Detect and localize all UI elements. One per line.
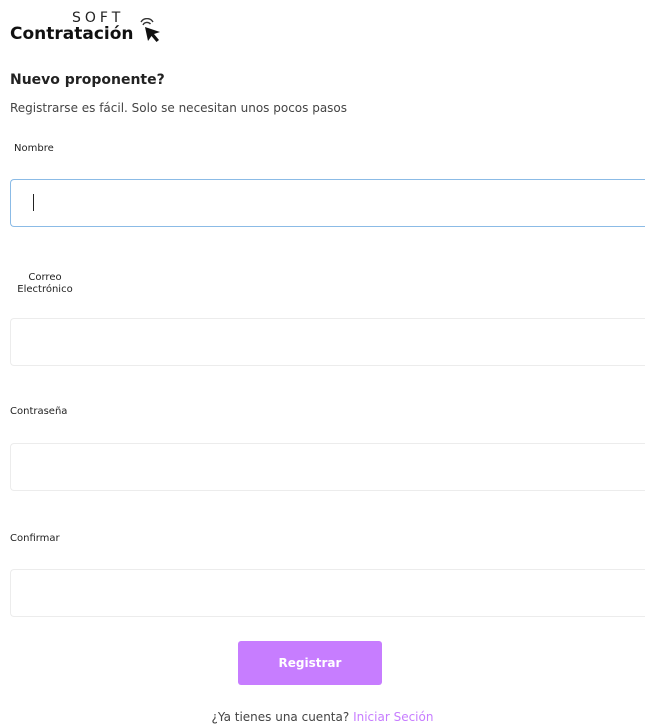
password-input[interactable]: [10, 443, 645, 491]
name-label: Nombre: [14, 143, 54, 154]
page-title: Nuevo proponente?: [10, 72, 165, 88]
logo: SOFT Contratación: [10, 8, 170, 48]
cursor-click-icon: [140, 18, 160, 42]
email-label: Correo Electrónico: [10, 272, 80, 296]
logo-main-text: Contratación: [10, 24, 134, 44]
registration-page: SOFT Contratación Nuevo proponente? Regi…: [0, 0, 645, 725]
login-prompt-text: ¿Ya tienes una cuenta?: [211, 710, 350, 724]
email-label-line2: Electrónico: [17, 284, 73, 295]
login-prompt: ¿Ya tienes una cuenta? Iniciar Seción: [0, 710, 645, 724]
name-input[interactable]: [10, 179, 645, 227]
register-button[interactable]: Registrar: [238, 641, 382, 685]
login-link[interactable]: Iniciar Seción: [353, 710, 433, 724]
page-subtitle: Registrarse es fácil. Solo se necesitan …: [10, 101, 348, 115]
text-caret: [33, 194, 34, 211]
email-input[interactable]: [10, 318, 645, 366]
confirm-label: Confirmar: [10, 533, 60, 544]
password-label: Contraseña: [10, 406, 68, 417]
email-label-line1: Correo: [28, 272, 62, 283]
confirm-password-input[interactable]: [10, 569, 645, 617]
